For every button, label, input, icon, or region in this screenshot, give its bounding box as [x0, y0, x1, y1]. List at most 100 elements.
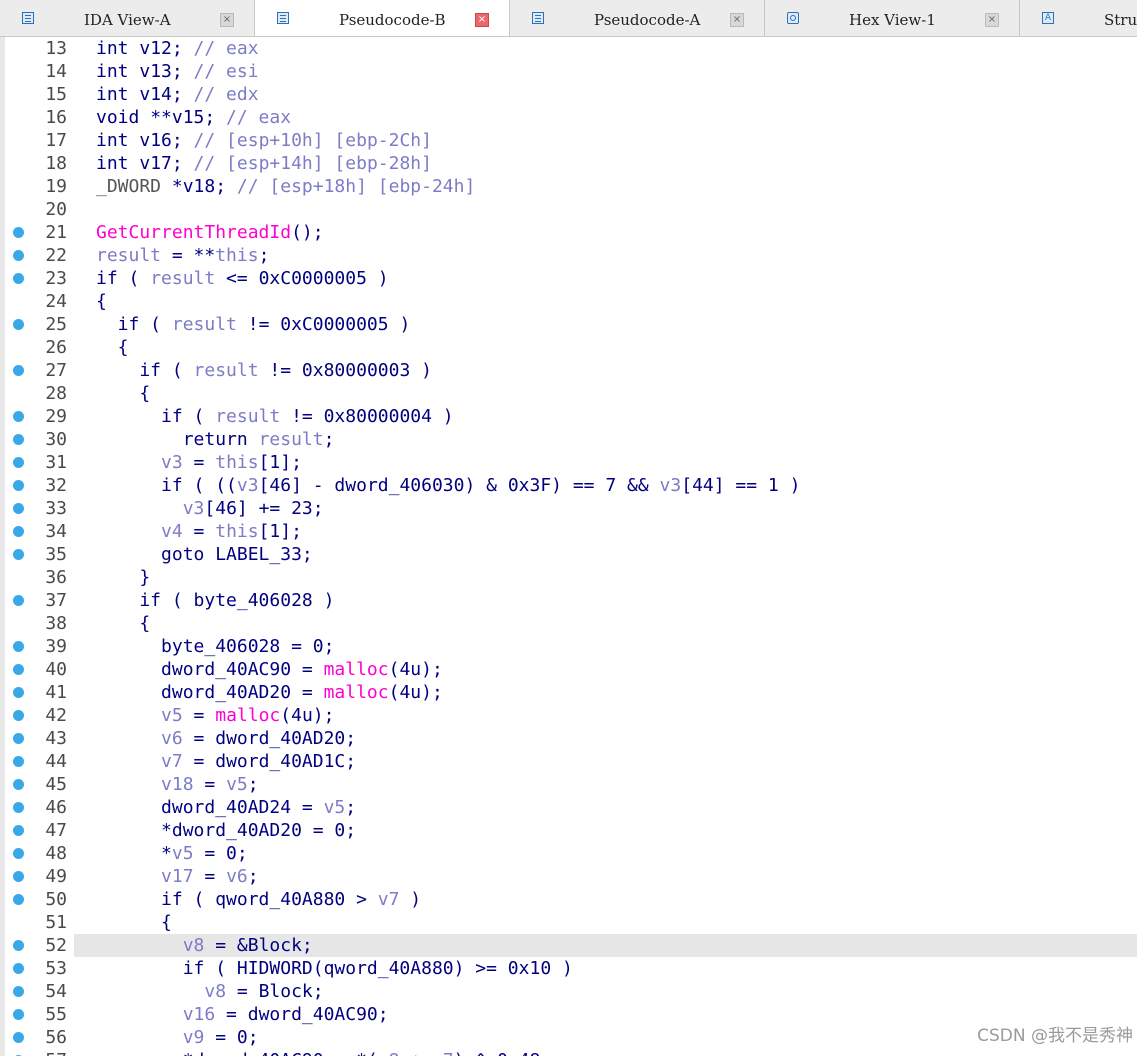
breakpoint-dot-icon[interactable] — [13, 710, 24, 721]
code-text[interactable]: if ( result != 0x80000004 ) — [74, 405, 1137, 428]
code-text[interactable]: v6 = dword_40AD20; — [74, 727, 1137, 750]
code-line[interactable]: 31 v3 = this[1]; — [0, 451, 1137, 474]
code-line[interactable]: 45 v18 = v5; — [0, 773, 1137, 796]
code-line[interactable]: 23 if ( result <= 0xC0000005 ) — [0, 267, 1137, 290]
code-text[interactable]: if ( HIDWORD(qword_40A880) >= 0x10 ) — [74, 957, 1137, 980]
code-text[interactable]: v4 = this[1]; — [74, 520, 1137, 543]
close-icon[interactable]: × — [475, 13, 489, 27]
code-line[interactable]: 52 v8 = &Block; — [0, 934, 1137, 957]
code-text[interactable]: GetCurrentThreadId(); — [74, 221, 1137, 244]
code-line[interactable]: 22 result = **this; — [0, 244, 1137, 267]
code-text[interactable]: v3[46] += 23; — [74, 497, 1137, 520]
code-text[interactable]: goto LABEL_33; — [74, 543, 1137, 566]
breakpoint-dot-icon[interactable] — [13, 319, 24, 330]
breakpoint-dot-icon[interactable] — [13, 940, 24, 951]
code-line[interactable]: 47 *dword_40AD20 = 0; — [0, 819, 1137, 842]
code-text[interactable]: if ( result != 0x80000003 ) — [74, 359, 1137, 382]
breakpoint-dot-icon[interactable] — [13, 227, 24, 238]
code-line[interactable]: 43 v6 = dword_40AD20; — [0, 727, 1137, 750]
breakpoint-dot-icon[interactable] — [13, 848, 24, 859]
code-text[interactable]: v17 = v6; — [74, 865, 1137, 888]
breakpoint-dot-icon[interactable] — [13, 894, 24, 905]
code-line[interactable]: 54 v8 = Block; — [0, 980, 1137, 1003]
code-line[interactable]: 21 GetCurrentThreadId(); — [0, 221, 1137, 244]
breakpoint-dot-icon[interactable] — [13, 756, 24, 767]
code-text[interactable]: *v5 = 0; — [74, 842, 1137, 865]
breakpoint-dot-icon[interactable] — [13, 434, 24, 445]
breakpoint-dot-icon[interactable] — [13, 273, 24, 284]
code-line[interactable]: 14 int v13; // esi — [0, 60, 1137, 83]
code-line[interactable]: 46 dword_40AD24 = v5; — [0, 796, 1137, 819]
code-text[interactable]: } — [74, 566, 1137, 589]
tab-hex-view-1[interactable]: Hex View-1 × — [765, 0, 1020, 36]
breakpoint-dot-icon[interactable] — [13, 733, 24, 744]
tab-pseudocode-b[interactable]: Pseudocode-B × — [255, 0, 510, 36]
code-text[interactable]: dword_40AD24 = v5; — [74, 796, 1137, 819]
code-text[interactable]: if ( ((v3[46] - dword_406030) & 0x3F) ==… — [74, 474, 1137, 497]
code-line[interactable]: 38 { — [0, 612, 1137, 635]
pseudocode-editor[interactable]: 13 int v12; // eax 14 int v13; // esi 15 int … — [0, 37, 1137, 1056]
breakpoint-dot-icon[interactable] — [13, 641, 24, 652]
close-icon[interactable]: × — [985, 13, 999, 27]
code-line[interactable]: 34 v4 = this[1]; — [0, 520, 1137, 543]
code-text[interactable]: { — [74, 382, 1137, 405]
code-line[interactable]: 17 int v16; // [esp+10h] [ebp-2Ch] — [0, 129, 1137, 152]
code-text[interactable]: int v14; // edx — [74, 83, 1137, 106]
code-text[interactable]: v8 = &Block; — [74, 934, 1137, 957]
code-text[interactable]: int v13; // esi — [74, 60, 1137, 83]
code-text[interactable]: { — [74, 911, 1137, 934]
code-line[interactable]: 27 if ( result != 0x80000003 ) — [0, 359, 1137, 382]
breakpoint-dot-icon[interactable] — [13, 1009, 24, 1020]
code-line[interactable]: 39 byte_406028 = 0; — [0, 635, 1137, 658]
code-text[interactable] — [74, 198, 1137, 221]
code-line[interactable]: 20 — [0, 198, 1137, 221]
code-text[interactable]: int v12; // eax — [74, 37, 1137, 60]
code-line[interactable]: 56 v9 = 0; — [0, 1026, 1137, 1049]
code-text[interactable]: { — [74, 336, 1137, 359]
code-line[interactable]: 37 if ( byte_406028 ) — [0, 589, 1137, 612]
code-line[interactable]: 32 if ( ((v3[46] - dword_406030) & 0x3F)… — [0, 474, 1137, 497]
code-text[interactable]: int v16; // [esp+10h] [ebp-2Ch] — [74, 129, 1137, 152]
breakpoint-dot-icon[interactable] — [13, 779, 24, 790]
code-text[interactable]: v18 = v5; — [74, 773, 1137, 796]
code-line[interactable]: 42 v5 = malloc(4u); — [0, 704, 1137, 727]
code-line[interactable]: 15 int v14; // edx — [0, 83, 1137, 106]
code-line[interactable]: 36 } — [0, 566, 1137, 589]
breakpoint-dot-icon[interactable] — [13, 365, 24, 376]
breakpoint-dot-icon[interactable] — [13, 457, 24, 468]
breakpoint-dot-icon[interactable] — [13, 664, 24, 675]
code-text[interactable]: byte_406028 = 0; — [74, 635, 1137, 658]
code-text[interactable]: return result; — [74, 428, 1137, 451]
code-text[interactable]: if ( result <= 0xC0000005 ) — [74, 267, 1137, 290]
breakpoint-dot-icon[interactable] — [13, 871, 24, 882]
code-text[interactable]: if ( result != 0xC0000005 ) — [74, 313, 1137, 336]
tab-pseudocode-a[interactable]: Pseudocode-A × — [510, 0, 765, 36]
code-line[interactable]: 26 { — [0, 336, 1137, 359]
code-text[interactable]: int v17; // [esp+14h] [ebp-28h] — [74, 152, 1137, 175]
code-line[interactable]: 35 goto LABEL_33; — [0, 543, 1137, 566]
breakpoint-dot-icon[interactable] — [13, 549, 24, 560]
code-line[interactable]: 53 if ( HIDWORD(qword_40A880) >= 0x10 ) — [0, 957, 1137, 980]
code-text[interactable]: *dword_40AD20 = 0; — [74, 819, 1137, 842]
code-text[interactable]: v5 = malloc(4u); — [74, 704, 1137, 727]
code-text[interactable]: void **v15; // eax — [74, 106, 1137, 129]
breakpoint-dot-icon[interactable] — [13, 802, 24, 813]
code-line[interactable]: 48 *v5 = 0; — [0, 842, 1137, 865]
breakpoint-dot-icon[interactable] — [13, 503, 24, 514]
breakpoint-dot-icon[interactable] — [13, 825, 24, 836]
code-text[interactable]: { — [74, 612, 1137, 635]
code-text[interactable]: _DWORD *v18; // [esp+18h] [ebp-24h] — [74, 175, 1137, 198]
breakpoint-dot-icon[interactable] — [13, 250, 24, 261]
breakpoint-dot-icon[interactable] — [13, 411, 24, 422]
tab-stru[interactable]: Stru — [1020, 0, 1137, 36]
code-text[interactable]: dword_40AC90 = malloc(4u); — [74, 658, 1137, 681]
code-line[interactable]: 55 v16 = dword_40AC90; — [0, 1003, 1137, 1026]
code-line[interactable]: 24 { — [0, 290, 1137, 313]
breakpoint-dot-icon[interactable] — [13, 526, 24, 537]
code-text[interactable]: v8 = Block; — [74, 980, 1137, 1003]
code-line[interactable]: 29 if ( result != 0x80000004 ) — [0, 405, 1137, 428]
code-line[interactable]: 40 dword_40AC90 = malloc(4u); — [0, 658, 1137, 681]
breakpoint-dot-icon[interactable] — [13, 687, 24, 698]
code-text[interactable]: result = **this; — [74, 244, 1137, 267]
breakpoint-dot-icon[interactable] — [13, 595, 24, 606]
